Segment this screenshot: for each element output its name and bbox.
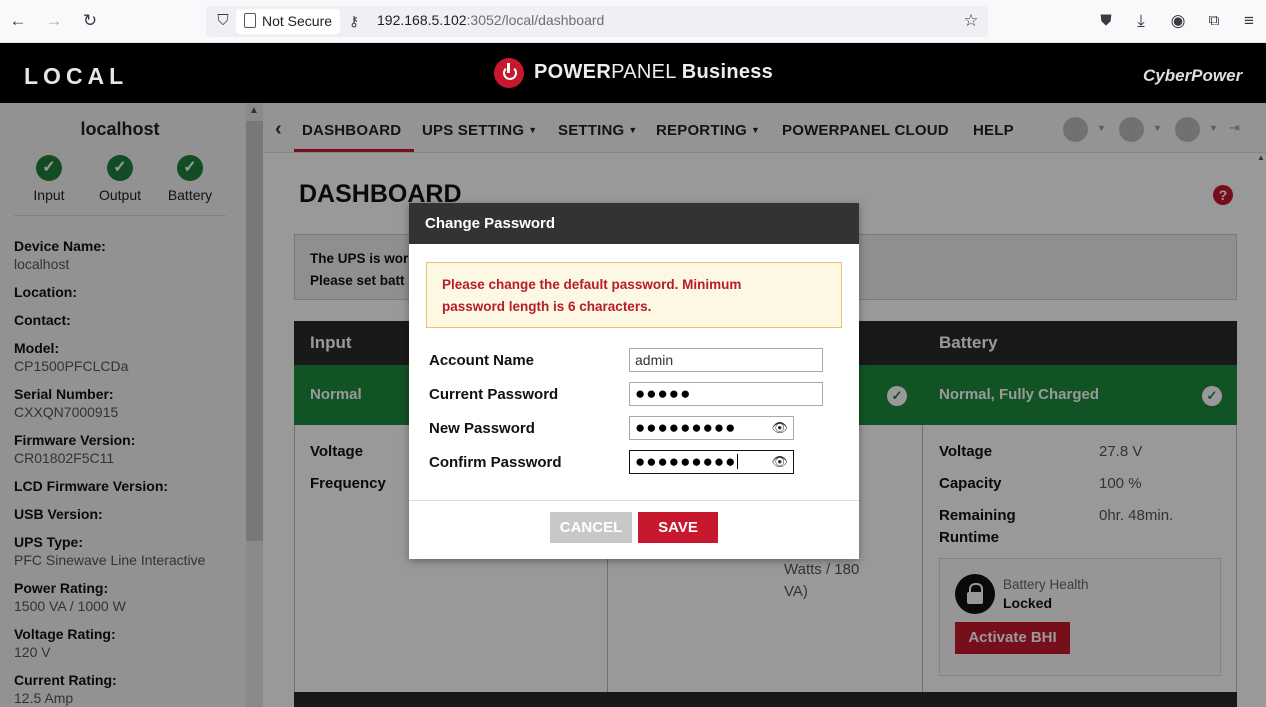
- forward-arrow-icon[interactable]: →: [43, 10, 65, 32]
- dialog-divider: [409, 500, 859, 501]
- confirm-password-value: ●●●●●●●●●: [635, 452, 737, 471]
- brand-power: POWER: [534, 61, 612, 83]
- account-icon[interactable]: ◉: [1167, 10, 1189, 32]
- power-logo-icon: [494, 58, 524, 88]
- brand-panel: PANEL: [611, 61, 676, 83]
- current-password-field[interactable]: ●●●●●: [629, 382, 823, 406]
- brand-name: POWERPANEL Business: [534, 61, 773, 84]
- warning-line-2: password length is 6 characters.: [442, 299, 652, 314]
- new-password-value: ●●●●●●●●●: [635, 418, 737, 437]
- new-password-field[interactable]: ●●●●●●●●● 👁: [629, 416, 794, 440]
- account-name-field[interactable]: admin: [629, 348, 823, 372]
- eye-icon[interactable]: 👁: [771, 420, 789, 436]
- reload-icon[interactable]: ↻: [79, 10, 101, 32]
- url-host: 192.168.5.102: [377, 12, 467, 28]
- vendor-logo: CyberPower: [1143, 66, 1243, 85]
- account-name-label: Account Name: [429, 352, 535, 369]
- text-cursor: [737, 454, 739, 469]
- extensions-icon[interactable]: ⧉: [1203, 10, 1225, 32]
- cancel-button[interactable]: CANCEL: [550, 512, 632, 543]
- back-arrow-icon[interactable]: ←: [7, 10, 29, 32]
- current-password-value: ●●●●●: [635, 384, 692, 403]
- star-icon[interactable]: ☆: [960, 10, 982, 32]
- url-text[interactable]: 192.168.5.102:3052/local/dashboard: [377, 12, 604, 28]
- page-icon: [244, 13, 256, 28]
- download-icon[interactable]: ⤓: [1130, 10, 1152, 32]
- key-icon[interactable]: ⚷: [343, 10, 365, 32]
- current-password-label: Current Password: [429, 386, 559, 403]
- confirm-password-field[interactable]: ●●●●●●●●● 👁: [629, 450, 794, 474]
- pocket-icon[interactable]: ⛊: [1095, 10, 1117, 32]
- browser-toolbar: ← → ↻ ⛉ Not Secure ⚷ 192.168.5.102:3052/…: [0, 0, 1266, 43]
- eye-icon[interactable]: 👁: [771, 454, 789, 470]
- save-button[interactable]: SAVE: [638, 512, 718, 543]
- confirm-password-label: Confirm Password: [429, 454, 562, 471]
- brand-business: Business: [681, 61, 774, 83]
- new-password-label: New Password: [429, 420, 535, 437]
- menu-icon[interactable]: ≡: [1238, 10, 1260, 32]
- security-indicator[interactable]: Not Secure: [236, 9, 341, 34]
- dialog-title: Change Password: [409, 203, 859, 244]
- password-warning: Please change the default password. Mini…: [426, 262, 842, 328]
- url-path: :3052/local/dashboard: [466, 12, 605, 28]
- warning-line-1: Please change the default password. Mini…: [442, 277, 742, 292]
- local-title: LOCAL: [24, 63, 129, 89]
- shield-icon[interactable]: ⛉: [212, 10, 234, 32]
- security-label: Not Secure: [262, 13, 333, 29]
- change-password-dialog: Change Password Please change the defaul…: [409, 203, 859, 559]
